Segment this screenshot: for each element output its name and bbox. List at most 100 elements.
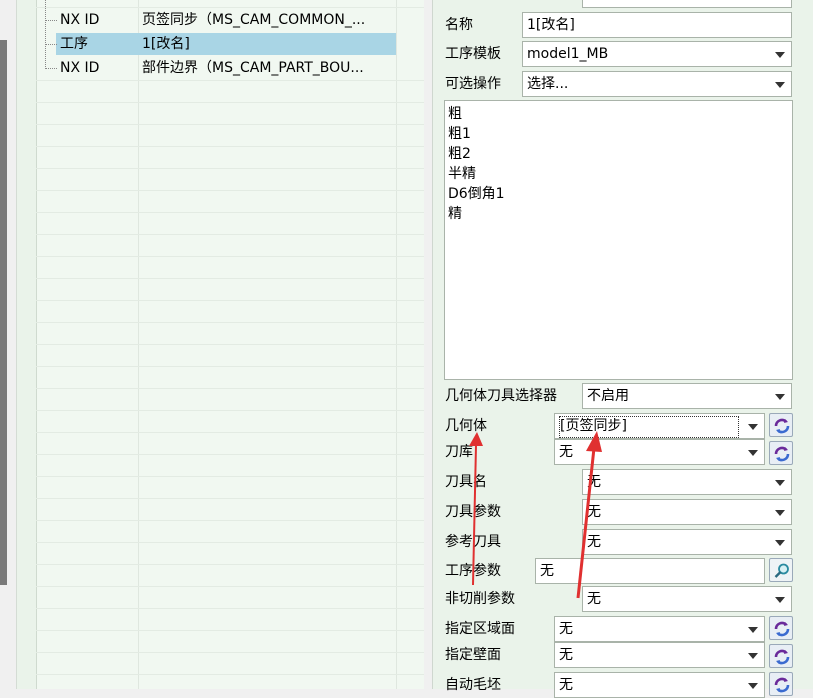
optional-dropdown[interactable]: 选择... [522,71,792,97]
refresh-button[interactable] [769,616,793,640]
optional-label: 可选操作 [445,76,501,92]
chevron-down-icon [775,82,785,88]
refresh-button[interactable] [769,644,793,668]
blank-label: 自动毛坯 [445,677,501,693]
name-field[interactable]: 1[改名] [522,12,792,38]
search-button[interactable] [769,558,793,582]
template-dropdown[interactable]: model1_MB [522,41,792,67]
row-divider [36,322,424,323]
row-divider [36,498,424,499]
row-divider [36,608,424,609]
template-label: 工序模板 [445,46,501,62]
row-divider [36,652,424,653]
row-divider [36,520,424,521]
row-divider [36,168,424,169]
row-divider [36,146,424,147]
ref-tool-dropdown[interactable]: 无 [582,529,792,555]
refresh-button[interactable] [769,413,793,437]
vertical-scrollbar[interactable] [0,40,7,585]
geometry-label: 几何体 [445,418,487,434]
tool-lib-label: 刀库 [445,444,473,460]
tool-param-label: 刀具参数 [445,504,501,520]
tree-row-type[interactable]: NX ID [60,57,99,79]
row-divider [36,102,424,103]
tree-row-type[interactable]: NX ID [60,9,99,31]
row-divider [36,80,424,81]
template-value: model1_MB [527,46,609,62]
chevron-down-icon [748,627,758,633]
tool-lib-value: 无 [559,444,573,460]
tree-row-type[interactable]: 工序 [60,33,88,55]
geometry-dropdown[interactable]: [页签同步] [554,413,765,439]
list-item[interactable]: 粗2 [448,144,792,164]
row-divider [36,300,424,301]
op-param-field[interactable]: 无 [535,558,765,584]
op-param-label: 工序参数 [445,563,501,579]
refresh-icon [774,418,790,434]
optional-value: 选择... [527,76,569,92]
list-item[interactable]: 精 [448,204,792,224]
noncut-value: 无 [587,591,601,607]
row-divider [36,190,424,191]
geo-tool-selector-value: 不启用 [587,388,629,404]
row-divider [36,410,424,411]
row-divider [36,366,424,367]
row-divider [36,586,424,587]
list-item[interactable]: D6倒角1 [448,184,792,204]
geometry-value: [页签同步] [559,416,739,438]
chevron-down-icon [775,597,785,603]
name-label: 名称 [445,17,473,33]
row-divider [36,212,424,213]
row-divider [36,124,424,125]
refresh-icon [774,649,790,665]
chevron-down-icon [748,450,758,456]
row-divider [36,674,424,675]
cut-area-label: 指定区域面 [445,621,515,637]
row-divider [36,388,424,389]
wall-label: 指定壁面 [445,647,501,663]
refresh-icon [774,677,790,693]
refresh-icon [774,621,790,637]
wall-dropdown[interactable]: 无 [554,642,765,668]
list-item[interactable]: 粗1 [448,124,792,144]
tool-lib-dropdown[interactable]: 无 [554,439,765,465]
chevron-down-icon [775,52,785,58]
row-divider [36,476,424,477]
geo-tool-selector-label: 几何体刀具选择器 [445,388,557,404]
tree-connector [45,68,57,69]
refresh-button[interactable] [769,672,793,696]
row-divider [36,256,424,257]
list-item[interactable]: 半精 [448,164,792,184]
tree-connector [45,20,57,21]
blank-dropdown[interactable]: 无 [554,672,765,698]
tree-row-value[interactable]: 1[改名] [142,33,190,55]
chevron-down-icon [748,424,758,430]
tree-row-value[interactable]: 页签同步（MS_CAM_COMMON_... [142,9,365,31]
row-divider [36,542,424,543]
ref-tool-label: 参考刀具 [445,534,501,550]
row-divider [36,564,424,565]
tree-selection-highlight [56,33,396,55]
tool-param-value: 无 [587,504,601,520]
cut-off-field [582,0,792,8]
tool-name-dropdown[interactable]: 无 [582,469,792,495]
row-divider [36,454,424,455]
geo-tool-selector-dropdown[interactable]: 不启用 [582,383,792,409]
noncut-dropdown[interactable]: 无 [582,586,792,612]
operations-list[interactable]: 粗 粗1 粗2 半精 D6倒角1 精 [444,100,793,380]
chevron-down-icon [775,480,785,486]
cut-area-dropdown[interactable]: 无 [554,616,765,642]
row-divider [36,432,424,433]
ref-tool-value: 无 [587,534,601,550]
tree-row-value[interactable]: 部件边界（MS_CAM_PART_BOU... [142,57,364,79]
row-divider [36,344,424,345]
list-item[interactable]: 粗 [448,104,792,124]
wall-value: 无 [559,647,573,663]
tree-connector [45,0,46,69]
row-divider [36,234,424,235]
refresh-button[interactable] [769,441,793,465]
chevron-down-icon [775,510,785,516]
chevron-down-icon [748,653,758,659]
chevron-down-icon [775,540,785,546]
tool-param-dropdown[interactable]: 无 [582,499,792,525]
